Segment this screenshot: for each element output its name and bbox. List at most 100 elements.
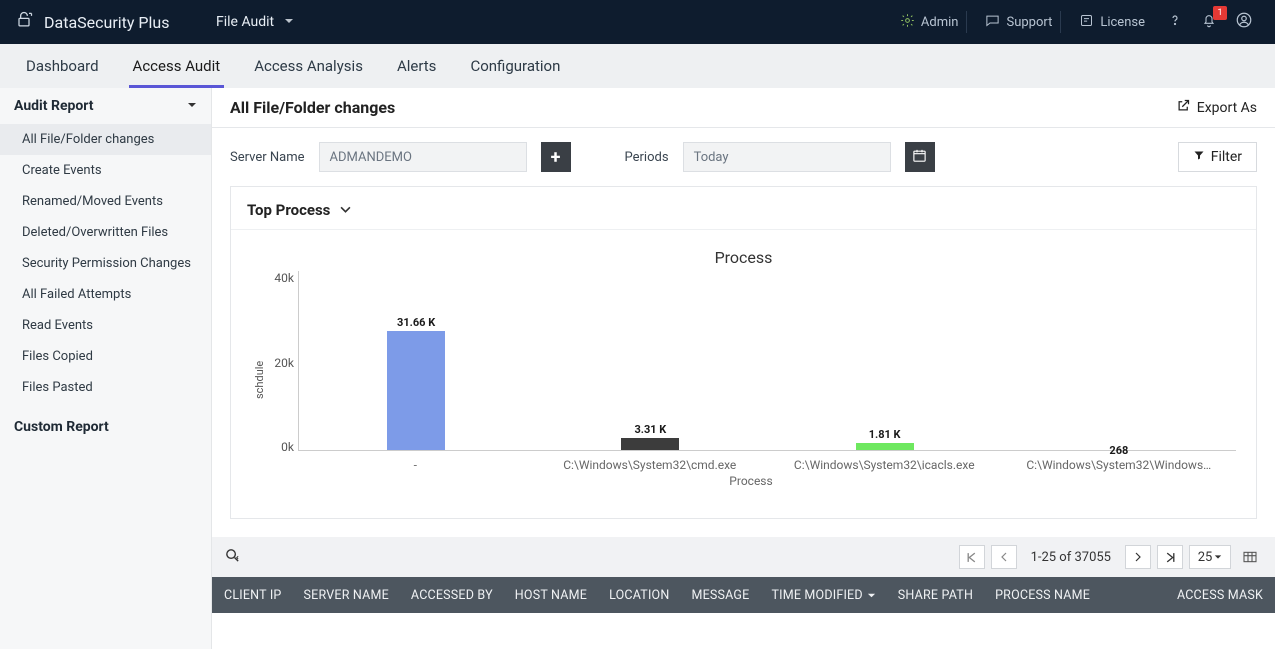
tab-alerts[interactable]: Alerts [393,45,441,88]
period-input[interactable]: Today [683,142,891,172]
chart-bar[interactable] [621,438,679,450]
license-icon [1079,13,1094,32]
sidebar-item[interactable]: All Failed Attempts [0,279,211,310]
page-last-button[interactable] [1157,545,1183,569]
page-title: All File/Folder changes [230,98,395,117]
help-icon[interactable] [1163,12,1187,32]
sidebar-section-audit[interactable]: Audit Report [0,88,211,124]
page-next-button[interactable] [1125,545,1151,569]
pager: 1-25 of 37055 25 [959,545,1263,569]
support-link[interactable]: Support [977,11,1061,33]
add-server-button[interactable]: + [541,142,571,172]
column-header[interactable]: CLIENT IP [224,588,282,603]
x-axis: -C:\Windows\System32\cmd.exeC:\Windows\S… [298,451,1236,472]
sidebar-section-custom[interactable]: Custom Report [0,409,211,445]
sidebar-item[interactable]: Files Pasted [0,372,211,403]
gear-icon [900,13,915,32]
columns-button[interactable] [1237,545,1263,569]
period-value: Today [694,150,729,165]
chart: Process schdule 40k 20k 0k 31.66 K 3.31 K 1.… [231,230,1256,518]
bar-slot: 1.81 K [768,271,1002,450]
y-tick: 40k [266,271,294,285]
bar-slot: 31.66 K [299,271,533,450]
x-tick: C:\Windows\System32\icacls.exe [767,451,1002,472]
export-label: Export As [1197,100,1257,116]
sidebar-item[interactable]: Files Copied [0,341,211,372]
card-header[interactable]: Top Process [231,187,1256,230]
brand-icon [14,10,34,34]
page-prev-button[interactable] [991,545,1017,569]
server-value: ADMANDEMO [330,150,412,165]
tab-dashboard[interactable]: Dashboard [22,45,103,88]
chevron-down-icon [284,14,294,30]
chart-bar[interactable] [856,443,914,450]
license-link[interactable]: License [1071,11,1153,33]
calendar-button[interactable] [905,142,935,172]
tab-configuration[interactable]: Configuration [466,45,564,88]
x-tick: - [298,451,533,472]
x-tick: C:\Windows\System32\Windows… [1002,451,1237,472]
x-tick: C:\Windows\System32\cmd.exe [533,451,768,472]
export-button[interactable]: Export As [1176,98,1257,117]
column-header[interactable]: PROCESS NAME [995,588,1090,603]
main: All File/Folder changes Export As Server… [212,88,1275,649]
table-search-button[interactable] [224,547,241,568]
page-range: 1-25 of 37055 [1023,550,1119,565]
sidebar-item[interactable]: Security Permission Changes [0,248,211,279]
top-process-card: Top Process Process schdule 40k 20k 0k 31.… [230,186,1257,519]
chart-title: Process [251,248,1236,267]
topbar: DataSecurity Plus File Audit Admin Suppo… [0,0,1275,44]
sidebar-item[interactable]: Create Events [0,155,211,186]
tab-access-audit[interactable]: Access Audit [129,45,225,88]
top-module-menu[interactable]: File Audit [212,14,294,30]
chevron-down-icon [187,98,197,114]
y-axis-label: schdule [251,271,266,488]
column-header[interactable]: LOCATION [609,588,669,603]
notification-badge: 1 [1213,6,1227,20]
tab-access-analysis[interactable]: Access Analysis [250,45,367,88]
filter-button[interactable]: Filter [1178,142,1257,172]
table-column-header: CLIENT IP SERVER NAME ACCESSED BY HOST NAME… [212,577,1275,613]
brand: DataSecurity Plus [0,10,212,34]
sidebar-header-label: Audit Report [14,98,94,114]
chart-plot: 31.66 K3.31 K1.81 K268 [298,271,1236,451]
y-tick: 20k [266,356,294,370]
column-header[interactable]: ACCESSED BY [411,588,493,603]
page-first-button[interactable] [959,545,985,569]
column-header[interactable]: HOST NAME [515,588,587,603]
y-tick: 0k [266,440,294,454]
column-header[interactable]: SHARE PATH [898,588,973,603]
server-input[interactable]: ADMANDEMO [319,142,527,172]
sidebar-item[interactable]: All File/Folder changes [0,124,211,155]
chart-bar[interactable] [387,331,445,450]
bell-icon[interactable]: 1 [1197,12,1221,32]
page-header: All File/Folder changes Export As [212,88,1275,128]
chart-bar[interactable] [1090,449,1148,450]
sidebar-item[interactable]: Deleted/Overwritten Files [0,217,211,248]
page-size-select[interactable]: 25 [1189,545,1231,569]
bar-slot: 3.31 K [533,271,767,450]
export-icon [1176,98,1191,117]
column-header[interactable]: TIME MODIFIED [771,588,875,603]
table-controls: 1-25 of 37055 25 [212,537,1275,577]
bar-value-label: 3.31 K [634,423,666,436]
sidebar-item[interactable]: Renamed/Moved Events [0,186,211,217]
y-ticks: 40k 20k 0k [266,271,294,472]
top-module-label: File Audit [216,14,274,30]
period-label: Periods [625,150,669,165]
bar-value-label: 1.81 K [869,428,901,441]
sidebar: Audit Report All File/Folder changesCrea… [0,88,212,649]
module-tabs: Dashboard Access Audit Access Analysis Aler… [0,44,1275,88]
admin-label: Admin [921,15,959,30]
filter-row: Server Name ADMANDEMO + Periods Today F [212,128,1275,186]
sidebar-item[interactable]: Read Events [0,310,211,341]
topbar-right: Admin Support License 1 [892,11,1275,33]
x-axis-label: Process [266,474,1236,488]
column-header[interactable]: SERVER NAME [304,588,389,603]
user-icon[interactable] [1231,11,1257,33]
sidebar-items: All File/Folder changesCreate EventsRena… [0,124,211,403]
layout: Audit Report All File/Folder changesCrea… [0,88,1275,649]
column-header[interactable]: MESSAGE [691,588,749,603]
admin-link[interactable]: Admin [892,11,968,33]
column-header[interactable]: ACCESS MASK [1177,588,1263,603]
